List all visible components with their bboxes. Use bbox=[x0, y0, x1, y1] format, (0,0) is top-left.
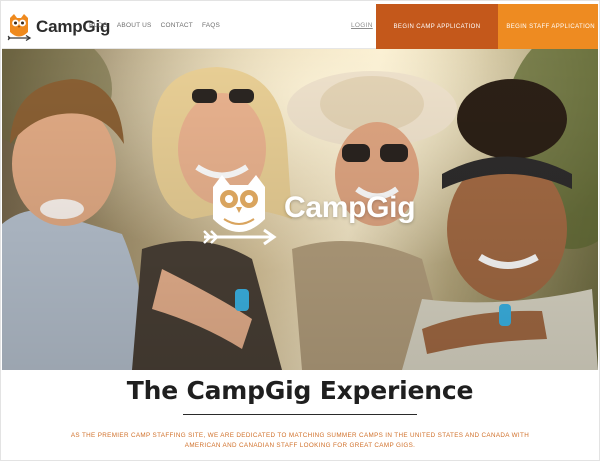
begin-staff-application-button[interactable]: BEGIN STAFF APPLICATION bbox=[498, 4, 598, 49]
owl-logo-icon bbox=[7, 14, 32, 42]
title-divider bbox=[183, 414, 417, 415]
owl-logo-icon bbox=[203, 175, 277, 246]
nav-about-us[interactable]: ABOUT US bbox=[117, 22, 152, 29]
nav-blog[interactable]: BLOG bbox=[89, 22, 108, 29]
hero-banner: CampGig bbox=[2, 49, 598, 370]
main-nav: BLOG ABOUT US CONTACT FAQS bbox=[89, 22, 229, 29]
experience-description: AS THE PREMIER CAMP STAFFING SITE, WE AR… bbox=[70, 432, 530, 449]
begin-camp-application-button[interactable]: BEGIN CAMP APPLICATION bbox=[376, 4, 498, 49]
login-link[interactable]: LOGIN bbox=[351, 22, 373, 29]
site-header: CampGig BLOG ABOUT US CONTACT FAQS LOGIN… bbox=[2, 4, 598, 49]
hero-brand-name: CampGig bbox=[284, 191, 416, 224]
nav-contact[interactable]: CONTACT bbox=[161, 22, 193, 29]
nav-faqs[interactable]: FAQS bbox=[202, 22, 220, 29]
experience-title: The CampGig Experience bbox=[126, 376, 474, 405]
hero-brand-logo: CampGig bbox=[198, 167, 416, 249]
